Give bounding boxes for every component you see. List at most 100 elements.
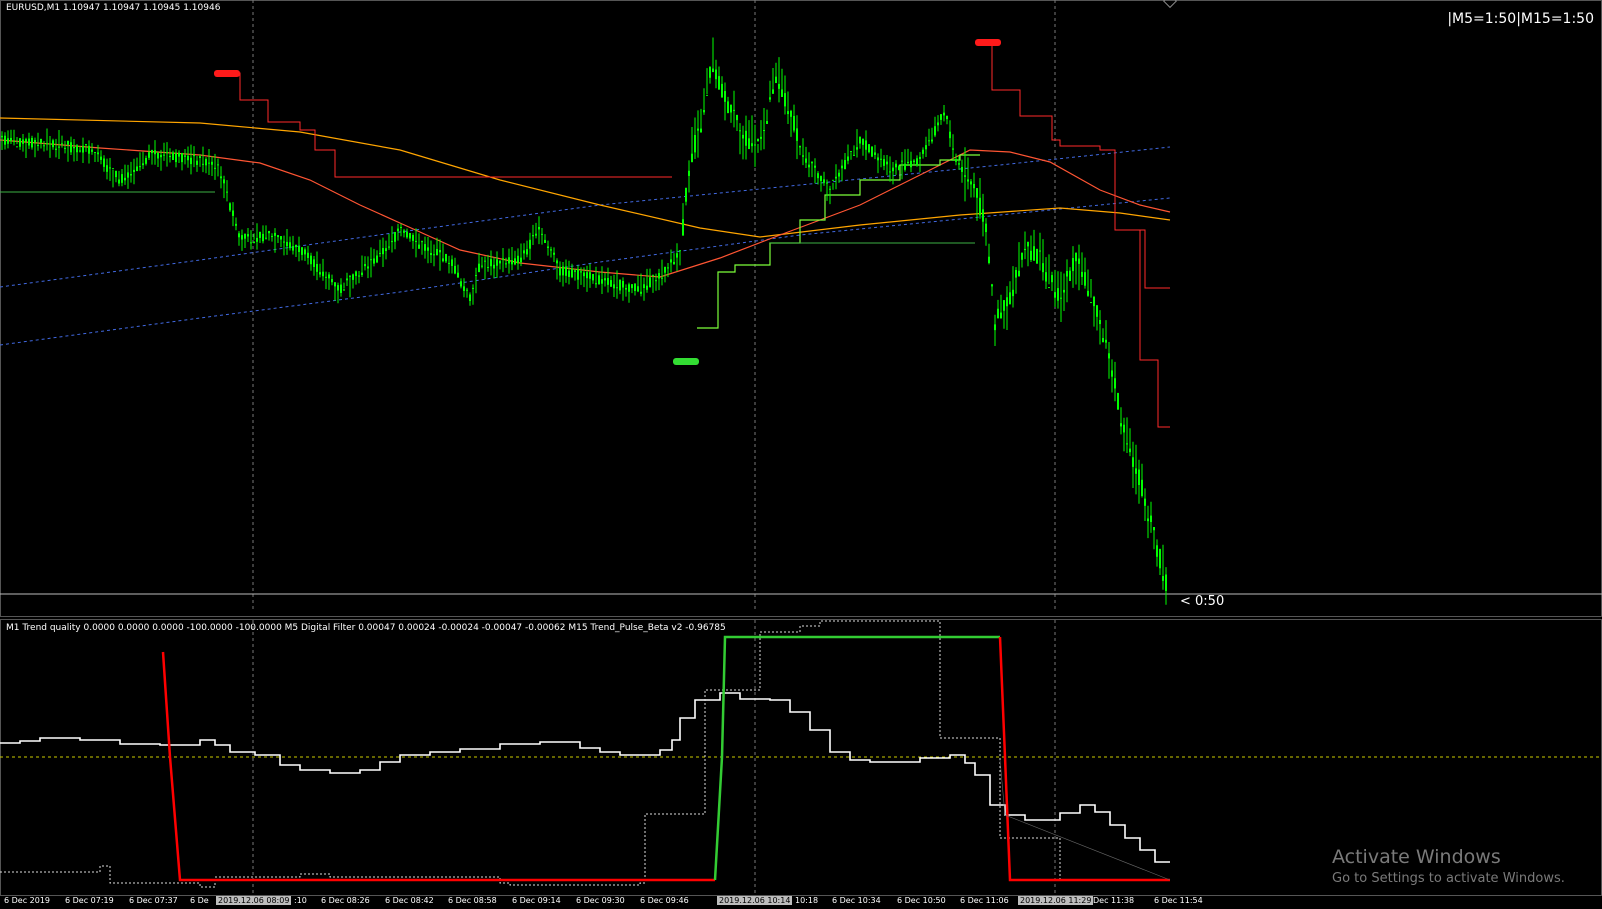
candle-body [667,267,669,269]
time-axis[interactable]: 6 Dec 2019 6 Dec 07:19 6 Dec 07:37 6 De 2019… [0,896,1602,909]
candle-body [250,242,252,244]
time-axis-tick: 6 Dec 10:34 [832,896,881,905]
candle-body [349,275,351,277]
candle-body [127,172,129,178]
candle-body [382,247,384,255]
candle-body [427,247,429,251]
candle-body [229,203,231,211]
candle-body [373,258,375,264]
candle-body [403,230,405,233]
candle-body [769,97,771,100]
candle-body [1057,288,1059,301]
candle-body [565,266,567,276]
candle-body [253,241,255,244]
candle-body [244,233,246,239]
time-axis-tick: 6 Dec 09:14 [512,896,561,905]
candle-body [112,168,114,170]
candle-body [1078,258,1080,264]
candle-body [355,271,357,276]
candle-body [1147,518,1149,522]
candle-body [577,268,579,280]
candle-body [313,259,315,267]
candle-body [121,174,123,183]
candle-body [730,104,732,113]
digital-filter-dotted-line [0,620,1170,888]
candle-body [385,248,387,252]
candle-body [550,249,552,251]
time-axis-tick: 6 Dec 09:30 [576,896,625,905]
candle-body [322,271,324,277]
activate-windows-watermark: Activate Windows Go to Settings to activ… [1332,846,1565,886]
chart-grid [0,0,1602,895]
candle-body [103,158,105,167]
candle-body [712,68,714,73]
candle-body [877,157,879,161]
candle-body [982,209,984,222]
candle-body [1018,270,1020,277]
candle-body [640,291,642,294]
candle-body [544,239,546,243]
candle-body [88,145,90,154]
candle-body [436,248,438,256]
candle-body [1027,241,1029,247]
candle-body [136,166,138,172]
price-indicator-lines [0,41,1171,428]
subwindow-indicator-lines [0,620,1171,888]
candle-body [301,247,303,255]
candle-body [325,276,327,278]
candle-body [886,161,888,165]
candle-body [997,308,999,319]
candle-body [100,156,102,160]
candle-body [277,235,279,238]
candle-body [199,156,201,158]
candle-body [1165,574,1167,591]
candle-body [835,176,837,179]
candle-body [283,241,285,243]
candle-body [172,152,174,161]
candle-body [1084,272,1086,286]
candle-body [940,114,942,120]
candle-body [520,257,522,263]
candle-body [328,274,330,279]
candle-body [841,165,843,169]
candle-body [1009,292,1011,304]
candle-body [538,226,540,230]
candle-body [1054,292,1056,298]
candle-body [292,246,294,251]
candle-body [772,89,774,94]
candle-body [793,115,795,131]
candle-body [295,244,297,248]
candle-body [583,272,585,277]
candle-body [901,160,903,162]
candle-body [1045,272,1047,282]
candle-body [160,154,162,158]
candle-body [493,264,495,269]
candle-body [409,232,411,239]
candle-body [475,275,477,277]
candle-body [505,263,507,265]
candle-body [1,135,3,138]
time-axis-tick: 6 Dec 11:54 [1154,896,1203,905]
time-axis-tick: 6 De [190,896,209,905]
candle-body [1111,370,1113,377]
candle-body [364,263,366,267]
candle-body [1117,392,1119,410]
candle-body [526,249,528,255]
candle-body [496,259,498,266]
activate-windows-title: Activate Windows [1332,846,1501,868]
candle-body [154,150,156,155]
candle-body [424,244,426,251]
candle-body [736,114,738,121]
candle-body [604,278,606,281]
candle-body [514,258,516,265]
candle-body [211,161,213,165]
candle-body [241,235,243,240]
candle-body [892,167,894,172]
candle-body [238,233,240,238]
candle-body [1072,258,1074,272]
candle-body [49,143,51,145]
candle-body [1075,252,1077,262]
candle-body [166,152,168,154]
candle-body [556,260,558,264]
candle-body [694,135,696,153]
